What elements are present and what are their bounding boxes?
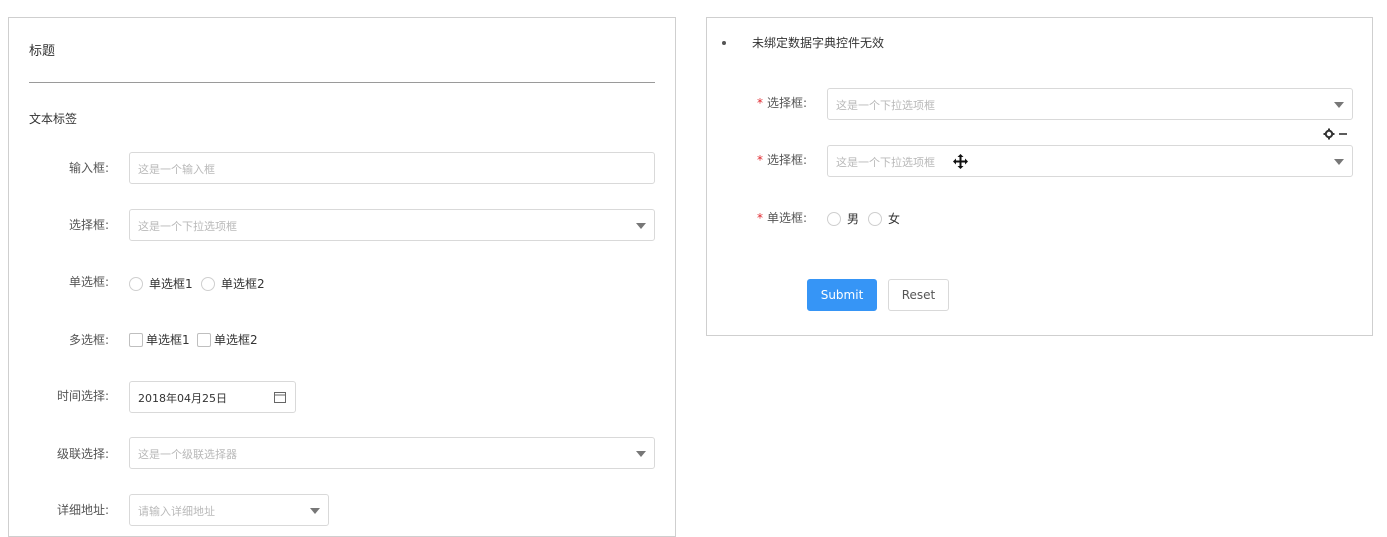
select-dropdown[interactable]: 这是一个下拉选项框 bbox=[129, 209, 655, 241]
radio-option-1[interactable]: 单选框1 bbox=[129, 275, 193, 292]
date-picker[interactable]: 2018年04月25日 bbox=[129, 381, 296, 413]
select-label-2: * 选择框: bbox=[756, 153, 807, 167]
address-placeholder: 请输入详细地址 bbox=[138, 505, 215, 518]
chevron-down-icon bbox=[636, 451, 646, 457]
checkbox-label: 多选框: bbox=[68, 333, 109, 347]
gender-option-female[interactable]: 女 bbox=[868, 210, 900, 227]
checkbox-icon bbox=[129, 333, 143, 347]
reset-button[interactable]: Reset bbox=[888, 279, 949, 311]
notice-text: 未绑定数据字典控件无效 bbox=[752, 36, 885, 50]
chevron-down-icon bbox=[636, 223, 646, 229]
gear-icon[interactable] bbox=[1323, 128, 1335, 140]
radio-option-2[interactable]: 单选框2 bbox=[201, 275, 265, 292]
bullet-dot bbox=[722, 41, 726, 45]
cascader-placeholder: 这是一个级联选择器 bbox=[138, 448, 237, 461]
date-label: 时间选择: bbox=[56, 389, 109, 403]
minus-icon[interactable] bbox=[1338, 128, 1348, 140]
title-divider bbox=[29, 82, 655, 83]
text-input-placeholder: 这是一个输入框 bbox=[138, 163, 215, 176]
move-cursor-icon[interactable] bbox=[953, 154, 968, 169]
input-label: 输入框: bbox=[68, 161, 109, 175]
select-placeholder: 这是一个下拉选项框 bbox=[138, 220, 237, 233]
form-title: 标题 bbox=[29, 44, 56, 59]
address-select[interactable]: 请输入详细地址 bbox=[129, 494, 329, 526]
checkbox-option-2[interactable]: 单选框2 bbox=[197, 331, 258, 348]
address-label: 详细地址: bbox=[56, 503, 109, 517]
select-label-1: * 选择框: bbox=[756, 96, 807, 110]
radio-circle-icon bbox=[201, 277, 215, 291]
gender-option-male[interactable]: 男 bbox=[827, 210, 859, 227]
radio-circle-icon bbox=[129, 277, 143, 291]
chevron-down-icon bbox=[1334, 102, 1344, 108]
cascader-select[interactable]: 这是一个级联选择器 bbox=[129, 437, 655, 469]
select-dropdown-2[interactable]: 这是一个下拉选项框 bbox=[827, 145, 1353, 177]
gender-label: * 单选框: bbox=[756, 211, 807, 225]
select-dropdown-1[interactable]: 这是一个下拉选项框 bbox=[827, 88, 1353, 120]
chevron-down-icon bbox=[310, 508, 320, 514]
text-input[interactable]: 这是一个输入框 bbox=[129, 152, 655, 184]
submit-button[interactable]: Submit bbox=[807, 279, 877, 311]
left-form-panel: 标题 文本标签 输入框: 这是一个输入框 选择框: 这是一个下拉选项框 单选框:… bbox=[8, 17, 676, 537]
checkbox-icon bbox=[197, 333, 211, 347]
select-placeholder-1: 这是一个下拉选项框 bbox=[836, 99, 935, 112]
checkbox-option-1[interactable]: 单选框1 bbox=[129, 331, 190, 348]
section-label: 文本标签 bbox=[29, 112, 78, 126]
cascader-label: 级联选择: bbox=[56, 447, 109, 461]
radio-label: 单选框: bbox=[68, 275, 109, 289]
select-placeholder-2: 这是一个下拉选项框 bbox=[836, 156, 935, 169]
select-label: 选择框: bbox=[68, 218, 109, 232]
right-form-panel: 未绑定数据字典控件无效 * 选择框: 这是一个下拉选项框 * 选择框: 这是一个下拉… bbox=[706, 17, 1373, 336]
radio-circle-icon bbox=[868, 212, 882, 226]
chevron-down-icon bbox=[1334, 159, 1344, 165]
date-value: 2018年04月25日 bbox=[138, 392, 227, 405]
calendar-icon bbox=[274, 392, 286, 403]
radio-circle-icon bbox=[827, 212, 841, 226]
